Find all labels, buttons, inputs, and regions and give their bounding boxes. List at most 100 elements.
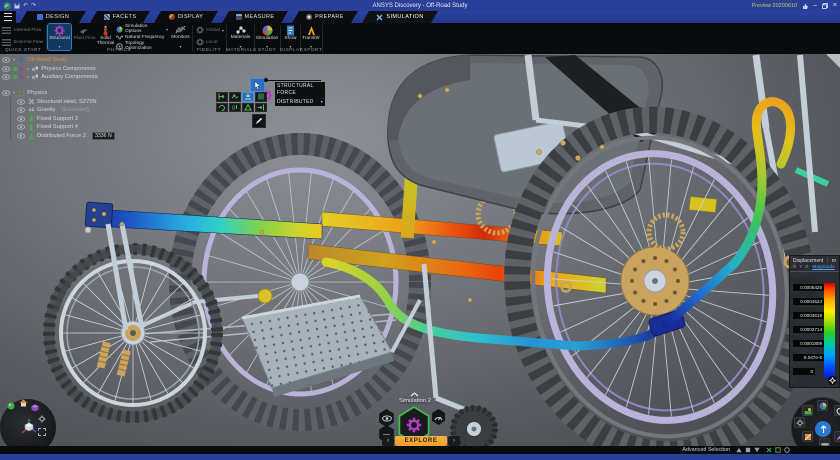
fluid-flow-icon [79,25,90,36]
fidelity-local-button[interactable]: Local [196,38,224,46]
units-toggle-icon[interactable] [784,447,790,453]
home-view-icon[interactable] [19,399,28,407]
active-simulation-label: Simulation 2 [360,398,470,404]
settings-gear-tile-icon[interactable] [794,417,805,428]
snap-toggle-icon[interactable] [766,447,772,453]
tab-prepare[interactable]: Prepare [292,11,358,23]
tree-row-auxiliary-components[interactable]: ▸ Auxiliary Components [2,73,217,82]
tree-row-study[interactable]: ▾ Off-Road Study [2,56,217,65]
collapse-arrow-icon[interactable]: ▸ [27,66,29,72]
materials-button[interactable]: Materials ▾ [229,24,252,50]
visibility-eye-icon[interactable] [2,57,10,63]
tree-row-gravity[interactable]: Gravity (Excluded) [11,106,217,115]
monitors-button[interactable]: Monitors ▾ [170,24,191,50]
force-tool-icon[interactable] [242,92,254,102]
legend-value: 0.0003619 [793,312,824,319]
legend-settings-gear-icon[interactable] [828,376,837,385]
hub-gauge-button[interactable] [431,409,446,425]
radial-center-button[interactable] [815,421,831,437]
moment-tool-icon[interactable]: 0 [229,103,241,113]
restore-button[interactable] [822,3,828,9]
grid-toggle-icon[interactable] [775,447,781,453]
close-button[interactable]: × [833,2,837,9]
external-flow-button[interactable]: External Flow [2,37,44,48]
support-tool-icon[interactable] [242,103,254,113]
tab-facets[interactable]: Facets [90,11,150,23]
isometric-view-icon[interactable] [7,402,15,410]
save-icon[interactable] [14,3,20,9]
legend-component-y[interactable]: Y [799,265,802,270]
select-face-icon[interactable] [745,447,751,453]
section-tile-icon[interactable] [802,431,813,442]
box-view-icon[interactable] [31,404,39,412]
tab-simulation[interactable]: Simulation [362,11,438,23]
structural-button[interactable]: Structural ▾ [48,24,71,50]
internal-flow-button[interactable]: Internal Flow [2,25,44,36]
feedback-thumbs-up-icon[interactable] [802,3,808,9]
fidelity-global-button[interactable]: Global▾ [196,26,224,34]
simulation-options-button[interactable]: Simulation Options▾ [116,25,168,33]
visibility-eye-icon[interactable] [17,107,25,113]
visibility-eye-icon[interactable] [2,90,10,96]
fluid-flow-button[interactable]: Fluid Flow [73,24,96,50]
solid-thermal-button[interactable]: Solid Thermal [97,24,114,50]
expand-arrow-icon[interactable]: ▾ [13,90,15,96]
fit-zoom-icon[interactable] [38,428,46,436]
hub-visibility-button[interactable] [378,409,395,427]
tree-row-distributed-force[interactable]: Distributed Force 2 3336 N [11,132,217,141]
edit-pencil-icon[interactable] [252,114,266,128]
visibility-eye-icon[interactable] [17,124,25,130]
component-icon [32,74,38,80]
pressure-tool-icon[interactable] [255,92,267,102]
visibility-eye-icon[interactable] [17,116,25,122]
displacement-tool-icon[interactable] [229,92,241,102]
tab-design[interactable]: Design [20,11,86,23]
environment-icon[interactable] [802,405,813,416]
reset-refresh-icon[interactable] [834,405,840,416]
legend-component-x[interactable]: X [793,265,796,270]
expand-arrow-icon[interactable]: ▾ [13,57,15,63]
rotation-tool-icon[interactable] [216,103,228,113]
visibility-eye-icon[interactable] [17,99,25,105]
group-label-fidelity: Fidelity [192,48,226,53]
tree-row-fixed-support-3[interactable]: Fixed Support 3 [11,115,217,124]
select-body-icon[interactable] [754,447,760,453]
tree-row-material[interactable]: Structural steel, S275N [11,97,217,106]
tab-measure[interactable]: Measure [222,11,288,23]
force-value-input[interactable]: 3336 N [92,132,115,141]
visibility-eye-icon[interactable] [2,74,10,80]
tab-display[interactable]: Display [154,11,218,23]
hamburger-menu-icon[interactable] [0,11,16,23]
explore-prev-chevron[interactable]: ‹ [382,436,394,446]
explore-button[interactable]: Explore [395,436,447,446]
annotate-tile-icon[interactable] [834,431,840,442]
appearance-sphere-icon[interactable] [817,400,828,411]
simulation-study-button[interactable]: Simulation ▾ [256,24,278,50]
select-vertex-icon[interactable] [736,447,742,453]
show-button[interactable]: Show ▾ [282,24,299,50]
tree-row-fixed-support-4[interactable]: Fixed Support 4 [11,123,217,132]
transfer-button[interactable]: Transfer ▾ [301,24,321,50]
collapse-arrow-icon[interactable]: ▸ [27,74,29,80]
visibility-eye-icon[interactable] [2,66,10,72]
tree-row-physics-components[interactable]: ▸ Physics Components [2,65,217,74]
undo-icon[interactable]: ↶ [23,3,28,9]
visibility-eye-icon[interactable] [17,133,25,139]
fixed-support-tool-icon[interactable] [216,92,228,102]
orientation-cube-icon[interactable] [20,417,38,437]
legend-component-z[interactable]: Z [805,265,808,270]
hub-collapse-chevron[interactable] [410,392,419,397]
explore-next-chevron[interactable]: › [448,436,460,446]
minimize-button[interactable]: – [813,2,817,9]
frame-block-right[interactable] [689,197,716,213]
redo-icon[interactable]: ↷ [31,3,36,9]
force-mode-dropdown[interactable]: Distributed▾ [275,97,325,106]
legend-unit[interactable]: m [832,258,836,264]
gravity-icon [28,107,34,113]
legend-component-magnitude[interactable]: Magnitude [812,265,834,270]
nav-settings-gear-icon[interactable] [38,415,46,423]
disc-brake-rotor[interactable] [621,247,689,315]
tree-row-physics-header[interactable]: ▾ Physics [2,89,217,98]
advanced-selection-label[interactable]: Advanced Selection [682,447,730,453]
bearing-load-tool-icon[interactable] [255,103,267,113]
